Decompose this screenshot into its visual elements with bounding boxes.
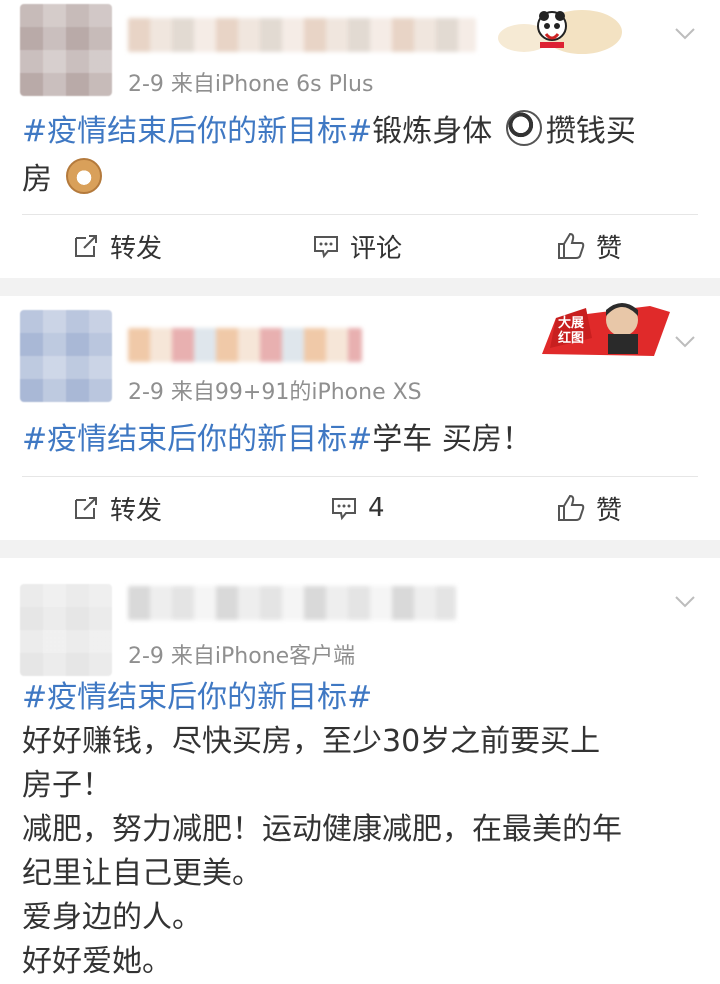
sticker-text: 大展红图	[558, 316, 585, 346]
comment-icon	[314, 236, 338, 259]
feed-post-1: 2-9 来自iPhone 6s Plus #疫情结束后你的新目标#锻炼身体 攒钱…	[0, 0, 720, 278]
post-text-line: 爱身边的人。	[22, 900, 202, 935]
post-text: 锻炼身体	[372, 114, 493, 149]
like-label: 赞	[596, 233, 623, 264]
feed-post-3: 2-9 来自iPhone客户端 #疫情结束后你的新目标# 好好赚钱，尽快买房，至…	[0, 558, 720, 984]
like-icon	[558, 494, 585, 521]
post-text-line: 纪里让自己更美。	[22, 856, 262, 891]
username-blurred[interactable]	[128, 328, 362, 362]
post-meta: 2-9 来自iPhone客户端	[128, 644, 356, 669]
like-icon	[558, 232, 585, 259]
post-text: 攒钱买	[545, 114, 636, 149]
repost-label: 转发	[110, 233, 163, 264]
divider	[22, 476, 698, 477]
topic-link[interactable]: #疫情结束后你的新目标#	[22, 114, 372, 149]
chevron-down-icon[interactable]	[672, 20, 698, 46]
chevron-down-icon[interactable]	[672, 588, 698, 614]
repost-button[interactable]: 转发	[72, 478, 162, 538]
like-button[interactable]: 赞	[556, 478, 622, 538]
like-button[interactable]: 赞	[556, 216, 622, 276]
dog-emoji-icon	[505, 110, 542, 146]
post-content: #疫情结束后你的新目标#锻炼身体 攒钱买 房	[22, 108, 698, 204]
post-text-line: 房子！	[22, 768, 112, 803]
action-bar: 转发 评论 赞	[0, 216, 720, 276]
post-text-line: 好好赚钱，尽快买房，至少30岁之前要买上	[22, 724, 601, 759]
feed-post-2: 大展红图 2-9 来自99+91的iPhone XS #疫情结束后你的新目标#学…	[0, 296, 720, 540]
post-text: 学车 买房！	[372, 422, 532, 457]
repost-button[interactable]: 转发	[72, 216, 162, 276]
post-content: #疫情结束后你的新目标#学车 买房！	[22, 416, 698, 464]
avatar[interactable]	[20, 584, 112, 676]
post-meta: 2-9 来自iPhone 6s Plus	[128, 72, 374, 97]
avatar[interactable]	[20, 4, 112, 96]
topic-link[interactable]: #疫情结束后你的新目标#	[22, 422, 372, 457]
cat-emoji-icon	[65, 158, 102, 194]
topic-link[interactable]: #疫情结束后你的新目标#	[22, 676, 698, 720]
comment-icon	[332, 498, 356, 521]
comment-button[interactable]: 4	[330, 478, 385, 538]
post-text: 房	[22, 162, 52, 197]
like-label: 赞	[596, 495, 623, 526]
avatar[interactable]	[20, 310, 112, 402]
post-content: #疫情结束后你的新目标# 好好赚钱，尽快买房，至少30岁之前要买上 房子！ 减肥…	[22, 676, 698, 984]
action-bar: 转发 4 赞	[0, 478, 720, 538]
panda-sticker-icon	[498, 10, 622, 54]
comment-count: 4	[368, 493, 385, 523]
divider	[22, 214, 698, 215]
red-banner-sticker-icon: 大展红图	[542, 298, 670, 356]
chevron-down-icon[interactable]	[672, 328, 698, 354]
post-text-line: 好好爱她。	[22, 944, 172, 979]
comment-button[interactable]: 评论	[312, 216, 402, 276]
repost-label: 转发	[110, 495, 163, 526]
repost-icon	[75, 497, 97, 519]
post-text-line: 减肥，努力减肥！运动健康减肥，在最美的年	[22, 812, 622, 847]
repost-icon	[75, 235, 97, 257]
username-blurred[interactable]	[128, 18, 476, 52]
comment-label: 评论	[350, 233, 403, 264]
post-meta: 2-9 来自99+91的iPhone XS	[128, 380, 422, 405]
username-blurred[interactable]	[128, 586, 456, 620]
